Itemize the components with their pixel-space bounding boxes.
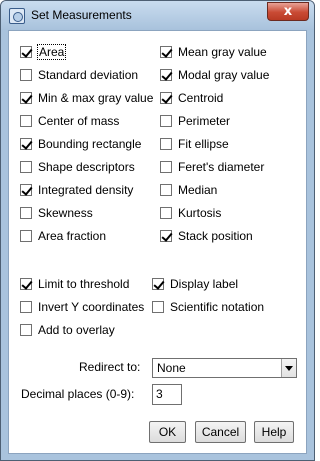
checkbox-skewness[interactable]: Skewness: [20, 205, 93, 221]
checkbox-unchecked-icon[interactable]: [20, 161, 32, 173]
checkbox-feret-s-diameter[interactable]: Feret's diameter: [160, 159, 264, 175]
decimal-places-input[interactable]: 3: [152, 384, 182, 405]
checkbox-label: Area fraction: [38, 229, 107, 243]
checkbox-modal-gray-value[interactable]: Modal gray value: [160, 67, 269, 83]
checkbox-fit-ellipse[interactable]: Fit ellipse: [160, 136, 229, 152]
checkbox-center-of-mass[interactable]: Center of mass: [20, 113, 119, 129]
checkbox-label: Skewness: [38, 206, 93, 220]
checkbox-unchecked-icon[interactable]: [20, 230, 32, 242]
checkbox-unchecked-icon[interactable]: [160, 184, 172, 196]
set-measurements-window: Set Measurements x Area Standard deviatio…: [0, 0, 315, 461]
checkbox-add-to-overlay[interactable]: Add to overlay: [20, 322, 115, 338]
checkbox-label: Standard deviation: [38, 68, 139, 82]
cancel-button[interactable]: Cancel: [195, 421, 246, 443]
redirect-label: Redirect to:: [79, 360, 141, 374]
checkbox-unchecked-icon[interactable]: [160, 115, 172, 127]
checkbox-integrated-density[interactable]: Integrated density: [20, 182, 133, 198]
checkbox-checked-icon[interactable]: [160, 46, 172, 58]
checkbox-checked-icon[interactable]: [20, 184, 32, 196]
checkbox-label: Limit to threshold: [38, 277, 130, 291]
checkbox-median[interactable]: Median: [160, 182, 217, 198]
checkbox-label: Median: [178, 183, 218, 197]
checkbox-unchecked-icon[interactable]: [160, 161, 172, 173]
checkbox-min-max-gray-value[interactable]: Min & max gray value: [20, 90, 153, 106]
checkbox-standard-deviation[interactable]: Standard deviation: [20, 67, 138, 83]
checkbox-label: Stack position: [178, 229, 253, 243]
checkbox-label: Modal gray value: [178, 68, 270, 82]
checkbox-checked-icon[interactable]: [20, 46, 32, 58]
checkbox-checked-icon[interactable]: [160, 230, 172, 242]
checkbox-label: Centroid: [178, 91, 224, 105]
checkbox-area-fraction[interactable]: Area fraction: [20, 228, 106, 244]
checkbox-label: Integrated density: [38, 183, 134, 197]
close-button[interactable]: x: [267, 2, 309, 21]
checkbox-unchecked-icon[interactable]: [20, 69, 32, 81]
checkbox-checked-icon[interactable]: [20, 138, 32, 150]
checkbox-unchecked-icon[interactable]: [152, 301, 164, 313]
chevron-down-icon[interactable]: [281, 359, 296, 377]
checkbox-bounding-rectangle[interactable]: Bounding rectangle: [20, 136, 141, 152]
checkbox-unchecked-icon[interactable]: [160, 138, 172, 150]
checkbox-display-label[interactable]: Display label: [152, 276, 238, 292]
checkbox-label: Bounding rectangle: [38, 137, 142, 151]
checkbox-label: Fit ellipse: [178, 137, 229, 151]
checkbox-checked-icon[interactable]: [160, 69, 172, 81]
ok-button[interactable]: OK: [149, 421, 186, 443]
checkbox-label: Shape descriptors: [38, 160, 135, 174]
checkbox-label: Area: [36, 44, 67, 60]
checkbox-shape-descriptors[interactable]: Shape descriptors: [20, 159, 135, 175]
checkbox-unchecked-icon[interactable]: [20, 115, 32, 127]
checkbox-mean-gray-value[interactable]: Mean gray value: [160, 44, 267, 60]
checkbox-centroid[interactable]: Centroid: [160, 90, 223, 106]
checkbox-unchecked-icon[interactable]: [20, 324, 32, 336]
decimal-places-label: Decimal places (0-9):: [21, 387, 135, 401]
checkbox-stack-position[interactable]: Stack position: [160, 228, 253, 244]
checkbox-perimeter[interactable]: Perimeter: [160, 113, 230, 129]
checkbox-label: Display label: [170, 277, 239, 291]
checkbox-unchecked-icon[interactable]: [20, 301, 32, 313]
checkbox-scientific-notation[interactable]: Scientific notation: [152, 299, 264, 315]
checkbox-label: Mean gray value: [178, 45, 267, 59]
checkbox-label: Scientific notation: [170, 300, 265, 314]
imagej-app-icon: [9, 8, 25, 24]
checkbox-checked-icon[interactable]: [160, 92, 172, 104]
checkbox-invert-y-coordinates[interactable]: Invert Y coordinates: [20, 299, 144, 315]
checkbox-label: Feret's diameter: [178, 160, 265, 174]
checkbox-label: Min & max gray value: [38, 91, 154, 105]
checkbox-area[interactable]: Area: [20, 44, 67, 60]
checkbox-kurtosis[interactable]: Kurtosis: [160, 205, 221, 221]
redirect-select[interactable]: None: [152, 358, 297, 378]
checkbox-unchecked-icon[interactable]: [160, 207, 172, 219]
checkbox-checked-icon[interactable]: [152, 278, 164, 290]
redirect-select-value: None: [157, 361, 186, 375]
checkbox-checked-icon[interactable]: [20, 92, 32, 104]
checkbox-label: Kurtosis: [178, 206, 222, 220]
dialog-content: Area Standard deviation Min & max gray val…: [8, 30, 307, 454]
checkbox-label: Center of mass: [38, 114, 120, 128]
checkbox-label: Perimeter: [178, 114, 231, 128]
checkbox-checked-icon[interactable]: [20, 278, 32, 290]
help-button[interactable]: Help: [254, 421, 294, 443]
checkbox-label: Invert Y coordinates: [38, 300, 145, 314]
checkbox-unchecked-icon[interactable]: [20, 207, 32, 219]
checkbox-limit-to-threshold[interactable]: Limit to threshold: [20, 276, 129, 292]
title-bar[interactable]: Set Measurements x: [1, 1, 314, 30]
window-title: Set Measurements: [31, 8, 132, 22]
checkbox-label: Add to overlay: [38, 323, 115, 337]
